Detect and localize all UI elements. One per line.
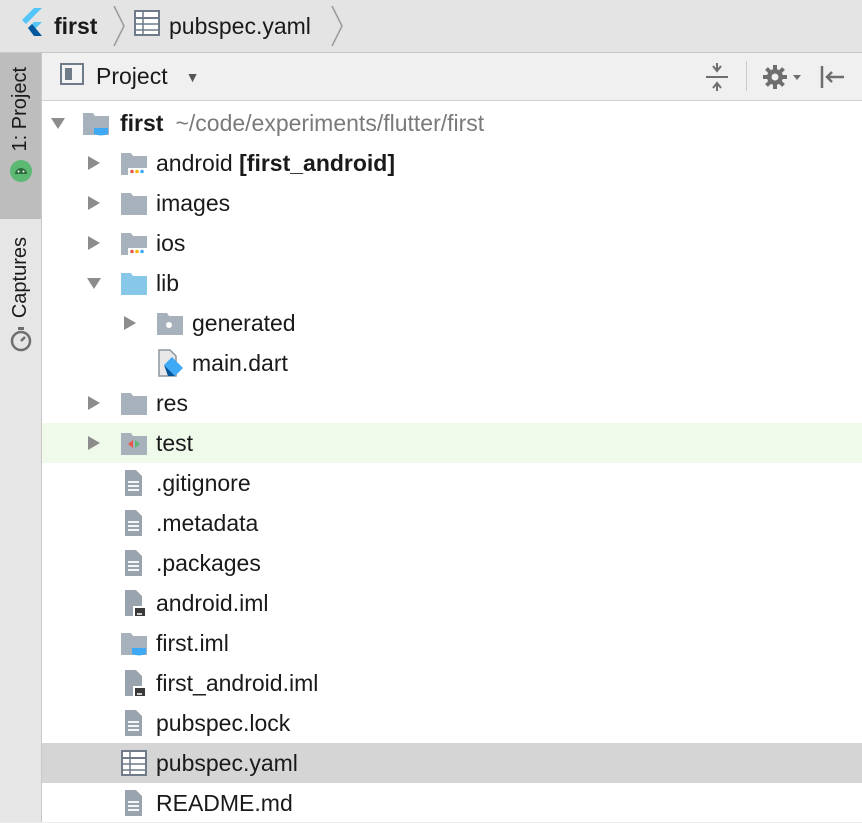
tree-label-android: android [first_android] — [156, 150, 396, 176]
tree-label-pubspec-lock: pubspec.lock — [156, 710, 291, 736]
tree-row-metadata[interactable]: .metadata — [42, 503, 862, 543]
tree-label-main-dart: main.dart — [192, 350, 288, 376]
tree-row-test[interactable]: test — [42, 423, 862, 463]
view-selector-label: Project — [96, 63, 168, 89]
tree-label-test: test — [156, 430, 194, 456]
view-selector[interactable]: Project ▼ — [60, 53, 199, 100]
text-file-icon — [125, 710, 142, 736]
module-folder-icon — [121, 233, 147, 255]
test-folder-icon — [121, 433, 147, 455]
toolbar-divider — [746, 61, 747, 91]
yaml-file-icon — [134, 10, 160, 42]
folder-icon — [121, 393, 147, 415]
collapsed-arrow-icon[interactable] — [86, 435, 102, 451]
dart-file-icon — [158, 349, 183, 377]
tree-label-packages: .packages — [156, 550, 261, 576]
tree-row-root[interactable]: first ~/code/experiments/flutter/first — [42, 103, 862, 143]
tree-row-packages[interactable]: .packages — [42, 543, 862, 583]
collapse-all-icon[interactable] — [704, 63, 730, 96]
tree-label-ios: ios — [156, 230, 186, 256]
tree-row-gitignore[interactable]: .gitignore — [42, 463, 862, 503]
breadcrumb-separator — [113, 5, 125, 47]
tree-row-android[interactable]: android [first_android] — [42, 143, 862, 183]
collapsed-arrow-icon[interactable] — [86, 195, 102, 211]
breadcrumb-separator — [331, 5, 343, 47]
module-name: [first_android] — [239, 150, 396, 176]
text-file-icon — [125, 510, 142, 536]
tab-captures-label: Captures — [9, 237, 31, 319]
tree-row-pubspec-yaml[interactable]: pubspec.yaml — [42, 743, 862, 783]
tree-label-generated: generated — [192, 310, 296, 336]
folder-icon — [121, 193, 147, 215]
tree-label-readme: README.md — [156, 790, 293, 816]
expanded-arrow-icon[interactable] — [86, 275, 102, 291]
navigation-bar: first pubspec.yaml — [0, 0, 862, 53]
android-icon — [9, 159, 33, 188]
tree-row-generated[interactable]: generated — [42, 303, 862, 343]
collapsed-arrow-icon[interactable] — [122, 315, 138, 331]
tree-label-root: first ~/code/experiments/flutter/first — [120, 110, 485, 136]
tree-row-main-dart[interactable]: main.dart — [42, 343, 862, 383]
text-file-icon — [125, 550, 142, 576]
tree-label-pubspec-yaml: pubspec.yaml — [156, 750, 298, 776]
flutter-module-folder-icon — [83, 113, 109, 136]
tree-row-android-iml[interactable]: android.iml — [42, 583, 862, 623]
module-folder-icon — [121, 153, 147, 175]
breadcrumb-project[interactable]: first — [20, 0, 97, 52]
tree-label-android-iml: android.iml — [156, 590, 269, 616]
tab-project-label: 1: Project — [9, 67, 31, 152]
tree-row-first-iml[interactable]: first.iml — [42, 623, 862, 663]
breadcrumb-project-label: first — [54, 12, 98, 39]
text-file-icon — [125, 470, 142, 496]
root-path: ~/code/experiments/flutter/first — [175, 110, 485, 136]
text-file-icon — [125, 790, 142, 816]
tree-row-readme[interactable]: README.md — [42, 783, 862, 823]
package-folder-icon — [157, 313, 183, 335]
gear-icon[interactable] — [762, 63, 804, 96]
tree-row-first-android-iml[interactable]: first_android.iml — [42, 663, 862, 703]
tree-row-images[interactable]: images — [42, 183, 862, 223]
tree-label-res: res — [156, 390, 188, 416]
collapsed-arrow-icon[interactable] — [86, 395, 102, 411]
tree-label-gitignore: .gitignore — [156, 470, 251, 496]
iml-file-icon — [125, 670, 146, 697]
project-view-icon — [60, 62, 84, 91]
tree-label-images: images — [156, 190, 231, 216]
collapsed-arrow-icon[interactable] — [86, 155, 102, 171]
breadcrumb-file[interactable]: pubspec.yaml — [134, 0, 311, 52]
hide-panel-icon[interactable] — [818, 63, 846, 96]
stopwatch-icon — [9, 326, 33, 357]
yaml-file-icon — [121, 750, 147, 776]
tree-row-ios[interactable]: ios — [42, 223, 862, 263]
expanded-arrow-icon[interactable] — [50, 115, 66, 131]
iml-file-icon — [125, 590, 146, 617]
collapsed-arrow-icon[interactable] — [86, 235, 102, 251]
tree-label-first-iml: first.iml — [156, 630, 229, 656]
tree-row-res[interactable]: res — [42, 383, 862, 423]
project-panel: Project ▼ first ~/code/experiments/flutt… — [42, 53, 862, 822]
tree-label-first-android-iml: first_android.iml — [156, 670, 319, 696]
flutter-module-file-icon — [121, 633, 147, 656]
tree-label-lib: lib — [156, 270, 180, 296]
source-folder-icon — [121, 273, 147, 295]
flutter-icon — [20, 8, 46, 44]
tab-project[interactable]: 1: Project — [0, 53, 41, 219]
panel-header: Project ▼ — [42, 53, 862, 101]
tree-label-metadata: .metadata — [156, 510, 259, 536]
tab-captures[interactable]: Captures — [0, 237, 41, 357]
tool-window-strip: 1: Project Captures — [0, 53, 42, 822]
tree-row-pubspec-lock[interactable]: pubspec.lock — [42, 703, 862, 743]
chevron-down-icon: ▼ — [185, 68, 200, 85]
tree-row-lib[interactable]: lib — [42, 263, 862, 303]
breadcrumb-file-label: pubspec.yaml — [169, 12, 311, 39]
